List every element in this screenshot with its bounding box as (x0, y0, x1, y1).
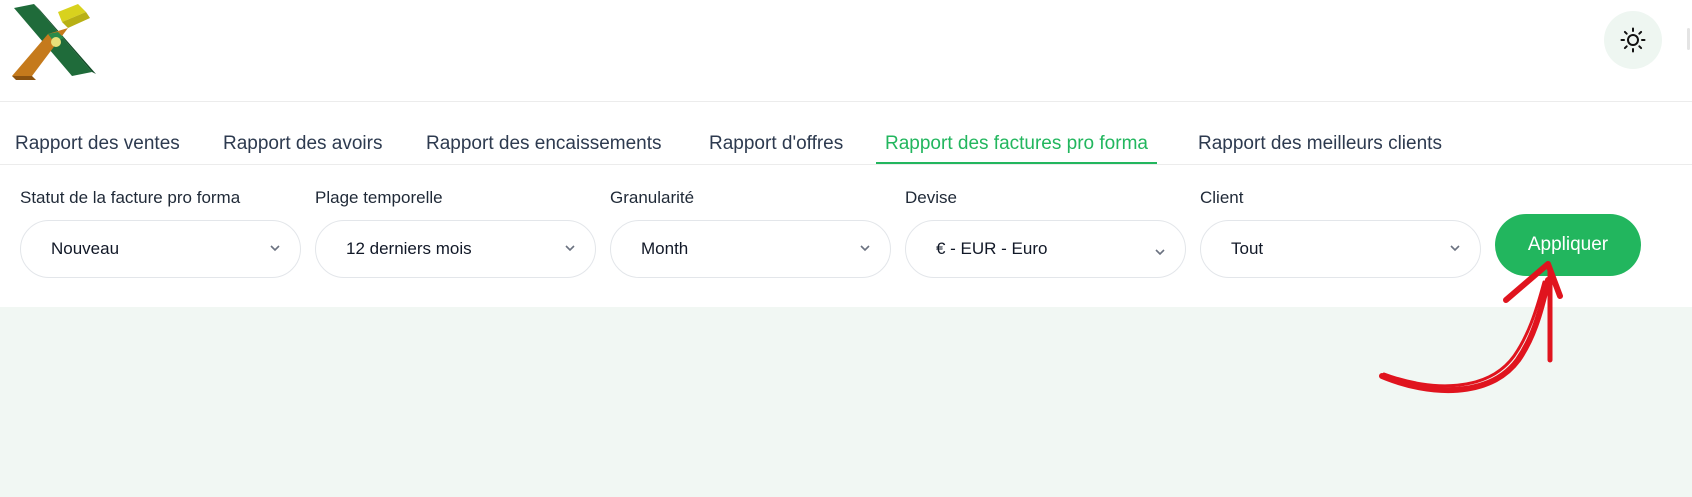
scroll-edge-indicator (1687, 28, 1690, 50)
chevron-down-icon (860, 245, 870, 252)
period-select[interactable]: 12 derniers mois (315, 220, 596, 278)
granularity-filter-label: Granularité (610, 188, 695, 207)
brand-logo-icon[interactable] (12, 2, 96, 82)
report-page: Rapport des ventes Rapport des avoirs Ra… (0, 0, 1692, 497)
tab-sales-report[interactable]: Rapport des ventes (6, 102, 189, 165)
tab-offers-report[interactable]: Rapport d'offres (700, 102, 852, 165)
report-tabs: Rapport des ventes Rapport des avoirs Ra… (0, 102, 1692, 165)
status-select-value: Nouveau (51, 239, 120, 258)
client-select-value: Tout (1231, 239, 1264, 258)
client-filter-label: Client (1200, 188, 1244, 207)
period-filter-label: Plage temporelle (315, 188, 443, 207)
status-filter-label: Statut de la facture pro forma (20, 188, 241, 207)
top-header (0, 0, 1692, 102)
granularity-select-value: Month (641, 239, 689, 258)
currency-select[interactable]: € - EUR - Euro (905, 220, 1186, 278)
tab-credit-notes-report[interactable]: Rapport des avoirs (214, 102, 391, 165)
sun-icon (1620, 27, 1646, 53)
currency-filter-label: Devise (905, 188, 957, 207)
tab-top-clients-report[interactable]: Rapport des meilleurs clients (1189, 102, 1451, 165)
currency-select-value: € - EUR - Euro (936, 239, 1048, 258)
status-select[interactable]: Nouveau (20, 220, 301, 278)
red-hand-drawn-arrow-icon (1379, 261, 1563, 394)
granularity-select[interactable]: Month (610, 220, 891, 278)
period-select-value: 12 derniers mois (346, 239, 472, 258)
chevron-down-icon (1155, 249, 1165, 256)
chevron-down-icon (565, 245, 575, 252)
chevron-down-icon (270, 245, 280, 252)
tab-receipts-report[interactable]: Rapport des encaissements (417, 102, 671, 165)
theme-toggle-button[interactable] (1604, 11, 1662, 69)
tab-proforma-invoices-report[interactable]: Rapport des factures pro forma (876, 102, 1157, 164)
